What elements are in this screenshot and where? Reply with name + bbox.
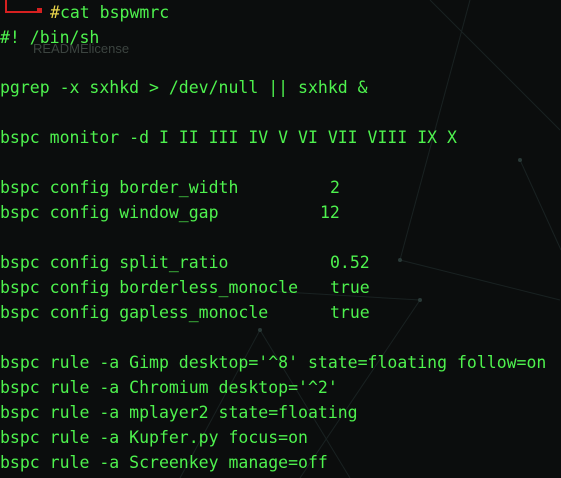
config-value: 0.52 [330, 253, 370, 272]
file-line: pgrep -x sxhkd > /dev/null || sxhkd & [0, 78, 368, 97]
prompt-arrow-icon [37, 8, 42, 13]
file-content: #! /bin/sh pgrep -x sxhkd > /dev/null ||… [0, 25, 561, 475]
rule-line: bspc rule -a Kupfer.py focus=on [0, 428, 308, 447]
config-value: 12 [320, 203, 340, 222]
config-line-gapless-monocle: bspc config gapless_monocle true [0, 300, 561, 325]
rule-line: bspc rule -a Gimp desktop='^8' state=flo… [0, 353, 547, 372]
config-line-window-gap: bspc config window_gap 12 [0, 200, 561, 225]
config-line-border-width: bspc config border_width 2 [0, 175, 561, 200]
rule-line: bspc rule -a Chromium desktop='^2' [0, 378, 338, 397]
prompt-command-line: #cat bspwmrc [50, 0, 169, 25]
rule-line: bspc rule -a mplayer2 state=floating [0, 403, 358, 422]
config-value: true [330, 278, 370, 297]
terminal-output: #cat bspwmrc READMElicense #! /bin/sh pg… [0, 0, 561, 478]
config-line-borderless-monocle: bspc config borderless_monocle true [0, 275, 561, 300]
config-key: bspc config borderless_monocle [0, 278, 299, 297]
config-value: true [330, 303, 370, 322]
config-key: bspc config gapless_monocle [0, 303, 269, 322]
shell-prompt: #cat bspwmrc [0, 0, 561, 25]
file-line-blank [0, 50, 561, 75]
prompt-symbol: # [50, 3, 60, 22]
prompt-command: cat bspwmrc [59, 3, 170, 22]
config-key: bspc config split_ratio [0, 253, 229, 272]
file-line: #! /bin/sh [0, 28, 100, 47]
file-line: bspc monitor -d I II III IV V VI VII VII… [0, 128, 457, 147]
config-key: bspc config window_gap [0, 203, 219, 222]
file-line-blank [0, 325, 561, 350]
rule-line: bspc rule -a Screenkey manage=off [0, 453, 328, 472]
config-value: 2 [330, 178, 340, 197]
file-line-blank [0, 100, 561, 125]
prompt-corner-decoration [5, 0, 41, 13]
file-line-blank [0, 225, 561, 250]
file-line-blank [0, 150, 561, 175]
config-key: bspc config border_width [0, 178, 239, 197]
config-line-split-ratio: bspc config split_ratio 0.52 [0, 250, 561, 275]
